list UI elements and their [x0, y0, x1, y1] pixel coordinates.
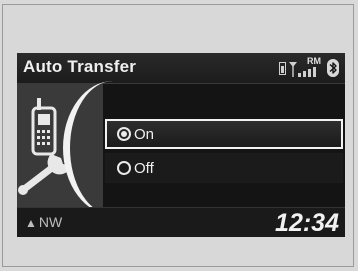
display-screen: Auto Transfer RM On Off ▲ NW 12:34	[17, 53, 345, 237]
roaming-label: RM	[307, 56, 321, 66]
option-off[interactable]: Off	[105, 153, 343, 183]
page-title: Auto Transfer	[23, 57, 137, 76]
option-on[interactable]: On	[105, 119, 343, 149]
compass-heading: NW	[38, 214, 63, 230]
figure-frame: Auto Transfer RM On Off ▲ NW 12:34	[2, 4, 354, 267]
compass: ▲ NW	[25, 214, 62, 230]
screen-header: Auto Transfer RM	[17, 53, 345, 84]
radio-unselected-icon[interactable]	[117, 161, 131, 175]
option-off-label: Off	[134, 160, 154, 177]
radio-selected-icon[interactable]	[117, 127, 131, 141]
cell-phone-icon	[31, 98, 57, 156]
status-footer: ▲ NW 12:34	[17, 207, 345, 237]
bluetooth-icon	[327, 59, 339, 77]
compass-arrow-icon: ▲	[25, 216, 37, 230]
phone-battery-icon	[279, 62, 286, 75]
option-on-label: On	[134, 126, 155, 143]
clock: 12:34	[275, 209, 339, 237]
